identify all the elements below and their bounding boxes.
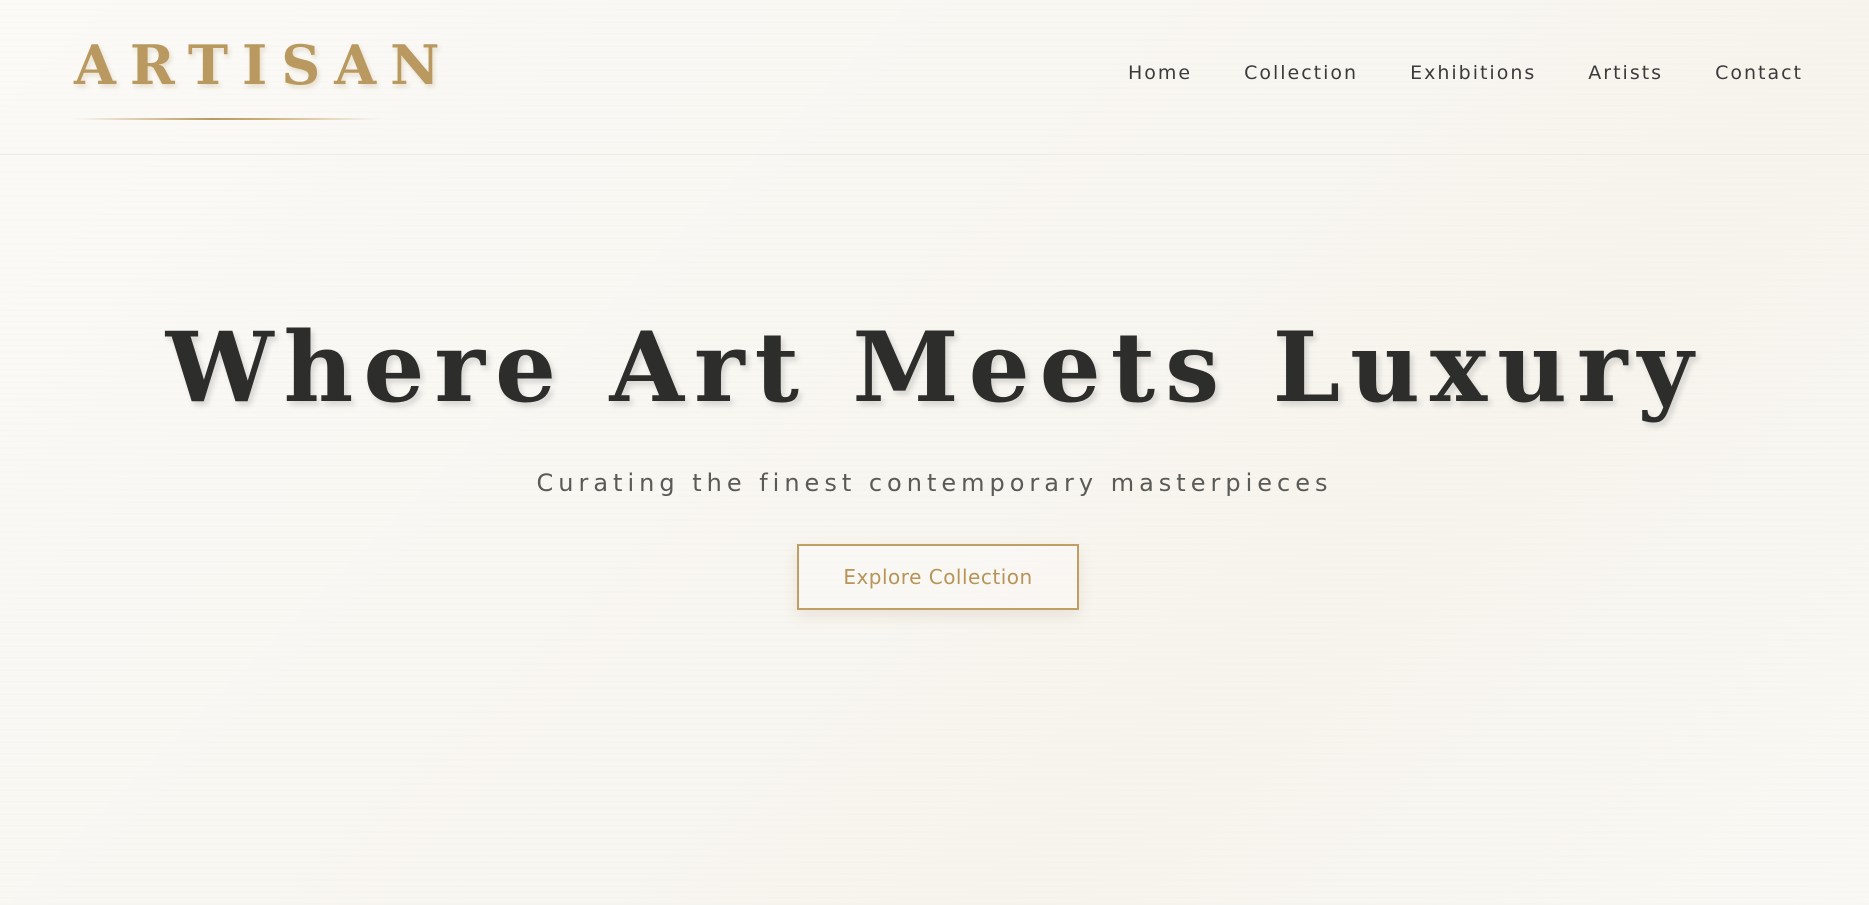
nav-item-artists[interactable]: Artists <box>1588 62 1663 84</box>
nav-item-exhibitions[interactable]: Exhibitions <box>1410 62 1536 84</box>
main-nav: Home Collection Exhibitions Artists Cont… <box>1076 62 1803 84</box>
site-header: ARTISAN Home Collection Exhibitions Arti… <box>0 0 1869 155</box>
explore-collection-button[interactable]: Explore Collection <box>797 544 1079 610</box>
hero-title: Where Art Meets Luxury <box>165 311 1704 424</box>
nav-item-contact[interactable]: Contact <box>1715 62 1803 84</box>
hero-subtitle: Curating the finest contemporary masterp… <box>536 469 1333 497</box>
brand-logo[interactable]: ARTISAN <box>74 38 454 92</box>
nav-item-collection[interactable]: Collection <box>1244 62 1358 84</box>
nav-item-home[interactable]: Home <box>1128 62 1192 84</box>
logo-underline <box>74 118 380 120</box>
